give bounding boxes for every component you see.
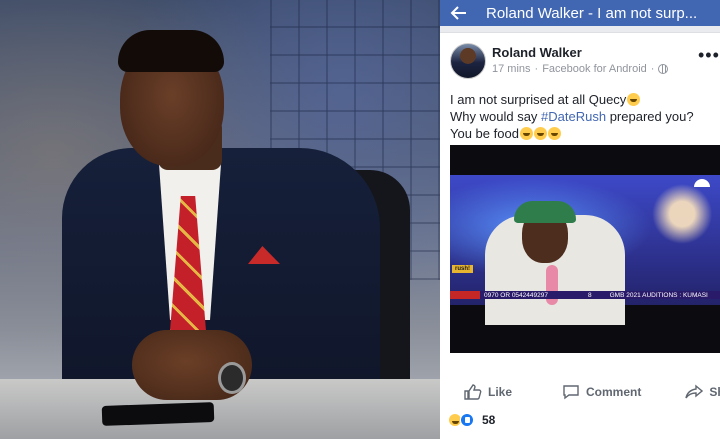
share-arrow-icon [685,384,704,400]
laughing-emoji-icon [547,127,561,140]
ticker-auditions: GMB 2021 AUDITIONS : KUMASI [609,291,708,299]
share-label: Share [709,385,720,399]
post-line-2: Why would say #DateRush prepared you? [450,108,712,125]
post-line-2-pre: Why would say [450,109,542,124]
tv-screen [450,175,720,325]
post-text: I am not surprised at all Quecy Why woul… [450,91,712,142]
ticker-red-block [450,291,480,299]
wristwatch [218,362,246,394]
meta-separator: · [650,63,655,75]
like-reaction-icon [460,413,474,427]
facebook-post-screenshot: Roland Walker - I am not surp... Roland … [440,0,720,439]
channel-logo [694,179,710,187]
ticker-phone: 0970 OR 0542449297 [484,291,548,299]
post-source: Facebook for Android [542,63,647,75]
post-image[interactable]: rush! 0970 OR 0542449297 8 GMB 2021 AUDI… [450,145,720,353]
post-author[interactable]: Roland Walker [492,45,582,60]
back-arrow-icon[interactable] [446,0,472,26]
reaction-count: 58 [482,413,496,427]
globe-icon [658,64,669,74]
app-top-bar: Roland Walker - I am not surp... [440,0,720,26]
post-line-1: I am not surprised at all Quecy [450,91,712,108]
laughing-emoji-icon [627,93,641,106]
more-options-icon[interactable]: ••• [698,45,720,66]
comment-button[interactable]: Comment [562,384,641,400]
avatar[interactable] [450,43,486,79]
laughing-emoji-icon [533,127,547,140]
microphone [546,265,558,305]
show-tag: rush! [452,265,473,273]
thumbs-up-icon [464,384,482,400]
like-label: Like [488,385,513,399]
laughing-emoji-icon [519,127,533,140]
post-line-3: You be food [450,125,712,142]
page-title: Roland Walker - I am not surp... [486,4,698,22]
comment-icon [562,384,580,400]
news-anchor-photo [0,0,440,439]
post-card: Roland Walker 17 mins · Facebook for And… [440,32,720,439]
comment-label: Comment [586,385,642,399]
tv-ticker: 0970 OR 0542449297 8 GMB 2021 AUDITIONS … [450,291,720,299]
phone-on-desk [101,402,215,426]
post-actions: Like Comment Share [440,379,720,405]
hair [118,30,224,72]
post-time[interactable]: 17 mins [492,63,531,75]
post-line-3-text: You be food [450,126,519,141]
like-button[interactable]: Like [464,384,512,400]
meta-separator: · [534,63,539,75]
post-meta: 17 mins · Facebook for Android · [492,63,669,75]
reactions-summary[interactable]: 58 [448,413,495,427]
post-line-1-text: I am not surprised at all Quecy [450,92,627,107]
post-line-2-post: prepared you? [606,109,694,124]
ticker-mid: 8 [587,291,592,299]
green-beret [514,201,576,223]
hashtag-link[interactable]: #DateRush [541,109,606,124]
share-button[interactable]: Share [685,384,720,400]
